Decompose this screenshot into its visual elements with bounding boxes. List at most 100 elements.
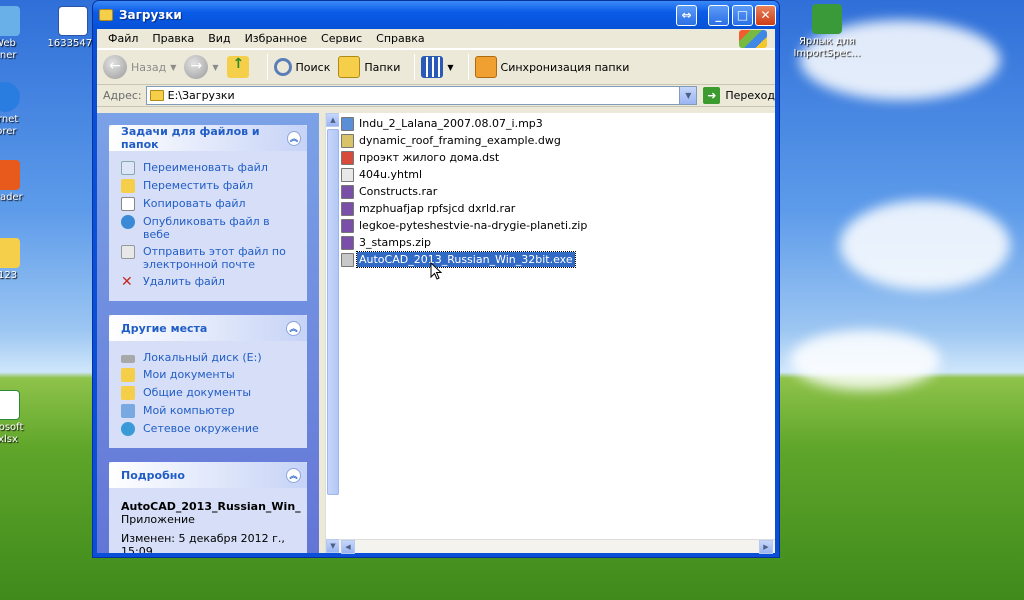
scroll-thumb[interactable] <box>327 129 339 495</box>
views-icon <box>421 56 444 78</box>
desktop-icon-excel[interactable]: icrosoft l.xlsx <box>0 390 50 446</box>
collapse-icon[interactable]: ︽ <box>286 320 301 336</box>
tasks-panel-header[interactable]: Задачи для файлов и папок ︽ <box>109 125 307 151</box>
place-shared-documents[interactable]: Общие документы <box>121 386 295 400</box>
left-pane-scrollbar[interactable]: ▲ ▼ <box>325 113 340 553</box>
back-arrow-icon: ← <box>103 55 127 79</box>
forward-button[interactable]: → ▼ <box>184 55 219 79</box>
task-copy[interactable]: Копировать файл <box>121 197 295 211</box>
file-item[interactable]: Indu_2_Lalana_2007.08.07_i.mp3 <box>341 115 775 132</box>
menu-view[interactable]: Вид <box>201 32 237 45</box>
task-pane: Задачи для файлов и папок ︽ Переименоват… <box>97 113 319 553</box>
file-item[interactable]: 404u.yhtml <box>341 166 775 183</box>
adobe-reader-icon <box>0 160 20 190</box>
rar-archive-icon <box>341 201 354 216</box>
address-bar: Адрес: E:\Загрузки ▼ ➜ Переход <box>97 85 775 107</box>
file-item[interactable]: Constructs.rar <box>341 183 775 200</box>
delete-icon: ✕ <box>121 274 133 290</box>
close-button[interactable]: ✕ <box>755 5 776 26</box>
scroll-left-icon[interactable]: ◀ <box>341 540 355 554</box>
scroll-up-icon[interactable]: ▲ <box>326 113 340 127</box>
desktop-icon-importspec[interactable]: Ярлык для ImportSpec... <box>782 4 872 60</box>
desktop-icon-label: Reader <box>0 192 23 203</box>
move-icon <box>121 179 135 193</box>
email-icon <box>121 245 135 259</box>
file-item[interactable]: 3_stamps.zip <box>341 234 775 251</box>
folders-button[interactable]: Папки <box>338 56 400 78</box>
file-name: Constructs.rar <box>359 185 438 198</box>
place-my-computer[interactable]: Мой компьютер <box>121 404 295 418</box>
menu-bar: Файл Правка Вид Избранное Сервис Справка <box>97 29 775 49</box>
menu-edit[interactable]: Правка <box>145 32 201 45</box>
minimize-button[interactable]: _ <box>708 5 729 26</box>
go-button[interactable]: ➜ Переход <box>703 87 775 104</box>
file-item[interactable]: проэкт жилого дома.dst <box>341 149 775 166</box>
menu-file[interactable]: Файл <box>101 32 145 45</box>
sync-folder-button[interactable]: Синхронизация папки <box>474 56 629 78</box>
desktop-icon-internet-explorer[interactable]: ernet lorer <box>0 82 50 138</box>
back-button[interactable]: ← Назад ▼ <box>103 55 176 79</box>
desktop-icon-label: ernet lorer <box>0 114 19 137</box>
details-file-name: AutoCAD_2013_Russian_Win_ <box>121 500 301 513</box>
details-panel: Подробно ︽ AutoCAD_2013_Russian_Win_ При… <box>109 462 307 553</box>
toolbar: ← Назад ▼ → ▼ ↑ Поиск Папки ▼ Синхрониза… <box>97 49 775 85</box>
task-delete[interactable]: ✕ Удалить файл <box>121 275 295 289</box>
sync-icon <box>474 56 497 78</box>
exe-file-icon <box>341 252 354 267</box>
details-panel-header[interactable]: Подробно ︽ <box>109 462 307 488</box>
desktop-icon-folder[interactable]: s123 <box>0 238 50 282</box>
chevron-down-icon[interactable]: ▼ <box>679 87 697 104</box>
address-label: Адрес: <box>103 89 142 102</box>
menu-favorites[interactable]: Избранное <box>238 32 314 45</box>
html-file-icon <box>341 167 354 182</box>
audio-file-icon <box>341 116 354 131</box>
desktop-icon-label: s123 <box>0 270 18 281</box>
file-name: legkoe-pyteshestvie-na-drygie-planeti.zi… <box>359 219 588 232</box>
desktop-icon-label: Ярлык для ImportSpec... <box>793 36 861 59</box>
views-button[interactable]: ▼ <box>421 56 454 78</box>
folders-icon <box>338 56 361 78</box>
file-name: mzphuafjap rpfsjcd dxrld.rar <box>359 202 516 215</box>
maximize-button[interactable]: □ <box>732 5 753 26</box>
mouse-cursor-icon <box>430 262 442 280</box>
file-name: проэкт жилого дома.dst <box>359 151 500 164</box>
up-folder-button[interactable]: ↑ <box>226 56 253 78</box>
web-scanner-icon <box>0 6 20 36</box>
file-item[interactable]: mzphuafjap rpfsjcd dxrld.rar <box>341 200 775 217</box>
place-local-disk[interactable]: Локальный диск (E:) <box>121 351 295 364</box>
file-name: Indu_2_Lalana_2007.08.07_i.mp3 <box>359 117 543 130</box>
collapse-icon[interactable]: ︽ <box>286 467 301 483</box>
menu-tools[interactable]: Сервис <box>314 32 369 45</box>
window-title: Загрузки <box>119 8 182 22</box>
search-button[interactable]: Поиск <box>273 58 330 76</box>
task-rename[interactable]: Переименовать файл <box>121 161 295 175</box>
restore-button[interactable]: ⇔ <box>676 5 697 26</box>
desktop-icon-reader[interactable]: Reader <box>0 160 50 204</box>
place-my-documents[interactable]: Мои документы <box>121 368 295 382</box>
zip-archive-icon <box>341 218 354 233</box>
details-file-type: Приложение <box>121 513 195 526</box>
file-item[interactable]: dynamic_roof_framing_example.dwg <box>341 132 775 149</box>
desktop-icon-label: 16335472 <box>47 38 99 49</box>
network-icon <box>121 422 135 436</box>
task-publish-web[interactable]: Опубликовать файл в вебе <box>121 215 295 241</box>
file-item[interactable]: legkoe-pyteshestvie-na-drygie-planeti.zi… <box>341 217 775 234</box>
forward-arrow-icon: → <box>184 55 209 79</box>
file-item[interactable]: AutoCAD_2013_Russian_Win_32bit.exe <box>341 251 775 268</box>
scroll-down-icon[interactable]: ▼ <box>326 539 340 553</box>
folder-icon <box>0 238 20 268</box>
task-move[interactable]: Переместить файл <box>121 179 295 193</box>
place-network[interactable]: Сетевое окружение <box>121 422 295 436</box>
address-input[interactable]: E:\Загрузки ▼ <box>145 86 698 105</box>
drive-icon <box>121 355 135 363</box>
places-panel-header[interactable]: Другие места ︽ <box>109 315 307 341</box>
scroll-right-icon[interactable]: ▶ <box>759 540 773 554</box>
folder-icon <box>121 368 135 382</box>
menu-help[interactable]: Справка <box>369 32 431 45</box>
folder-icon <box>149 90 164 101</box>
collapse-icon[interactable]: ︽ <box>287 130 301 146</box>
task-email[interactable]: Отправить этот файл по электронной почте <box>121 245 295 271</box>
horizontal-scrollbar[interactable]: ◀ ▶ <box>339 539 775 554</box>
tasks-panel: Задачи для файлов и папок ︽ Переименоват… <box>109 125 307 301</box>
windows-logo-icon <box>739 30 767 48</box>
